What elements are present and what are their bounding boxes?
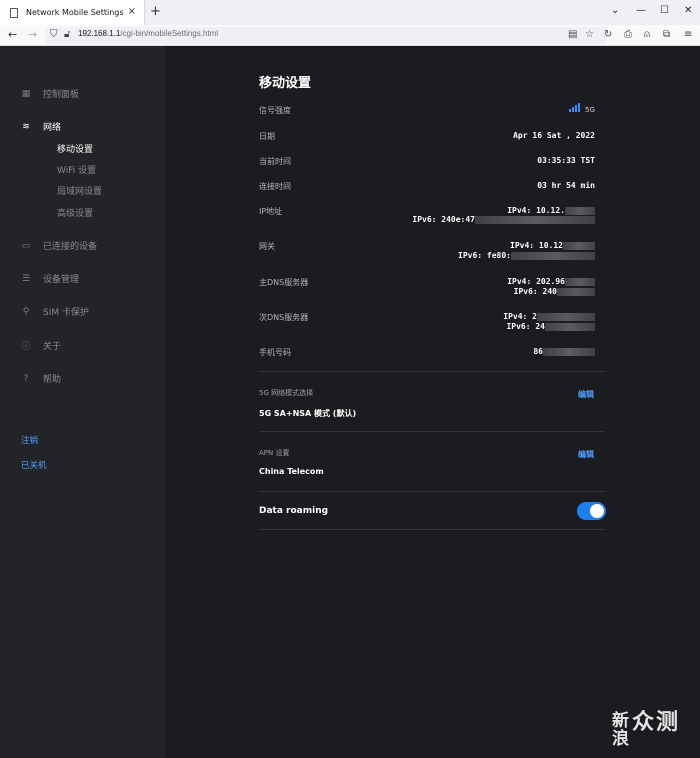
- signal-strength-icon: [569, 103, 583, 112]
- ip-v4-row: IPv4: 10.12.: [507, 206, 595, 215]
- uptime-value: 03 hr 54 min: [537, 181, 595, 190]
- ip-v6-row: IPv6: 240e:47: [412, 215, 595, 224]
- phone-value: 86: [533, 347, 595, 356]
- dns1-v6-row: IPv6: 240: [514, 287, 595, 296]
- network-mode-label: 5G 网络模式选择: [259, 389, 314, 397]
- sidebar-subitem-advanced[interactable]: 高级设置: [57, 206, 93, 219]
- page-title: 移动设置: [259, 76, 312, 91]
- new-tab-button[interactable]: +: [150, 4, 161, 19]
- date-value: Apr 16 Sat , 2022: [513, 131, 595, 140]
- lock-slash-icon: 🔓︎: [64, 29, 71, 40]
- shield-icon: ⛉: [50, 29, 58, 40]
- dns1-label: 主DNS服务器: [259, 278, 309, 287]
- reader-view-icon[interactable]: ▤: [568, 29, 577, 40]
- sidebar-subitem-mobile[interactable]: 移动设置: [57, 142, 93, 155]
- main-panel: [165, 46, 700, 758]
- dns2-label: 次DNS服务器: [259, 313, 309, 322]
- back-icon[interactable]: ←: [8, 28, 17, 41]
- devices-icon: ▭: [21, 240, 31, 251]
- info-icon: ⓘ: [21, 342, 31, 352]
- divider: [259, 529, 605, 530]
- dashboard-icon: ▦: [21, 88, 31, 99]
- gateway-v6-row: IPv6: fe80:: [458, 251, 595, 260]
- watermark-logo: 新浪众测: [612, 710, 681, 749]
- sidebar-item-sim-protection[interactable]: ⚲ SIM 卡保护: [20, 305, 89, 319]
- sidebar-item-network[interactable]: ≋ 网络: [20, 120, 61, 134]
- minimize-icon[interactable]: —: [636, 5, 646, 16]
- uptime-label: 连接时间: [259, 182, 291, 191]
- close-window-icon[interactable]: ✕: [684, 5, 692, 16]
- wifi-icon: ≋: [22, 121, 30, 132]
- help-icon: ?: [23, 373, 29, 384]
- divider: [259, 371, 605, 372]
- logout-link[interactable]: 注销: [21, 434, 38, 446]
- browser-titlebar: Network Mobile Settings × + ⌄ — ☐ ✕: [0, 0, 700, 25]
- sidebar-item-about[interactable]: ⓘ 关于: [20, 339, 61, 352]
- lock-icon: ⚲: [22, 306, 30, 317]
- browser-tab[interactable]: Network Mobile Settings ×: [0, 0, 145, 25]
- sidebar-item-devices[interactable]: ▭ 已连接的设备: [20, 239, 97, 253]
- divider: [259, 431, 605, 432]
- signal-label: 信号强度: [259, 106, 291, 115]
- tab-close-icon[interactable]: ×: [128, 6, 136, 17]
- sync-icon[interactable]: ↻: [604, 29, 612, 40]
- bookmark-star-icon[interactable]: ☆: [585, 29, 594, 40]
- date-label: 日期: [259, 132, 275, 141]
- divider: [259, 491, 605, 492]
- sidebar-item-help[interactable]: ? 帮助: [20, 372, 61, 386]
- menu-icon[interactable]: ≡: [684, 29, 692, 40]
- extensions-icon[interactable]: ⧉: [663, 29, 670, 40]
- time-label: 当前时间: [259, 157, 291, 166]
- maximize-icon[interactable]: ☐: [660, 5, 669, 16]
- sliders-icon: ☰: [21, 273, 31, 284]
- url-text[interactable]: 192.168.1.1/cgi-bin/mobileSettings.html: [78, 29, 218, 38]
- sidebar-item-dashboard[interactable]: ▦ 控制面板: [20, 87, 79, 101]
- data-roaming-label: Data roaming: [259, 506, 329, 516]
- gateway-v4-row: IPv4: 10.12: [510, 241, 595, 250]
- dns2-v6-row: IPv6: 24: [506, 322, 595, 331]
- tab-title: Network Mobile Settings: [26, 8, 124, 17]
- phone-label: 手机号码: [259, 348, 291, 357]
- gateway-label: 网关: [259, 242, 275, 251]
- apn-edit-button[interactable]: 编辑: [578, 449, 594, 460]
- time-value: 03:35:33 TST: [537, 156, 595, 165]
- network-mode-edit-button[interactable]: 编辑: [578, 389, 594, 400]
- network-mode-value: 5G SA+NSA 模式 (默认): [259, 409, 357, 418]
- dns2-v4-row: IPv4: 2: [503, 312, 595, 321]
- sidebar-subitem-lan[interactable]: 局域网设置: [57, 184, 102, 197]
- dns1-v4-row: IPv4: 202.96: [507, 277, 595, 286]
- network-type: 5G: [585, 106, 595, 114]
- ip-label: IP地址: [259, 207, 283, 216]
- page-icon: [10, 8, 18, 18]
- apn-label: APN 设置: [259, 449, 290, 457]
- tab-list-icon[interactable]: ⌄: [611, 5, 619, 16]
- forward-icon[interactable]: →: [28, 28, 37, 41]
- sidebar-subitem-wifi[interactable]: WiFi 设置: [57, 163, 96, 176]
- account-icon[interactable]: ⍝: [644, 29, 650, 40]
- apn-value: China Telecom: [259, 467, 324, 476]
- data-roaming-toggle[interactable]: [577, 502, 606, 520]
- toggle-knob: [590, 504, 604, 518]
- pocket-icon[interactable]: ⎙: [624, 29, 632, 40]
- shutdown-link[interactable]: 已关机: [21, 459, 47, 471]
- sidebar-item-device-management[interactable]: ☰ 设备管理: [20, 272, 79, 286]
